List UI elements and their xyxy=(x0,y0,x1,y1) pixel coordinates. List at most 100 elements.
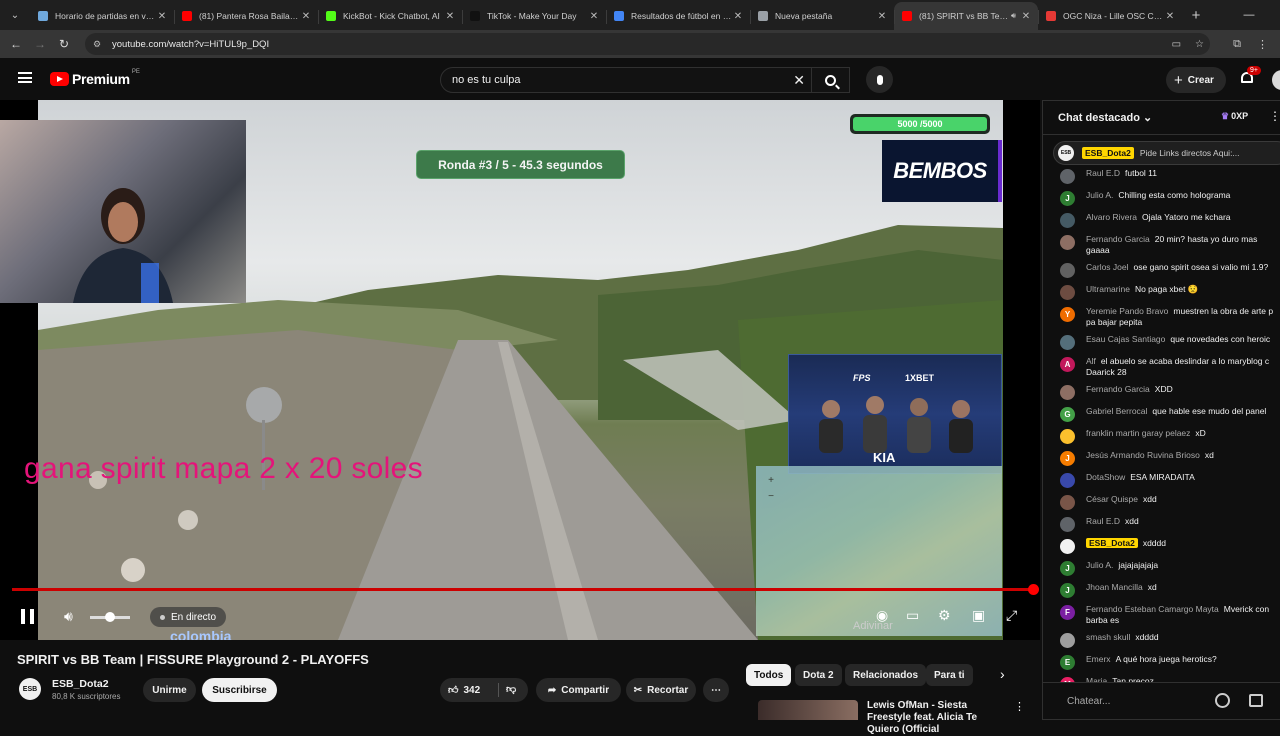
chat-message[interactable]: J Julio A. Chilling esta como holograma xyxy=(1043,187,1280,209)
chat-avatar[interactable] xyxy=(1060,213,1075,228)
chat-avatar[interactable]: J xyxy=(1060,451,1075,466)
clear-search-icon[interactable]: ✕ xyxy=(793,72,805,89)
subscribe-button[interactable]: Suscribirse xyxy=(202,678,277,702)
close-tab-icon[interactable]: ✕ xyxy=(588,11,600,22)
recommendation-thumbnail[interactable] xyxy=(758,700,858,720)
reload-icon[interactable]: ↻ xyxy=(52,37,76,51)
account-avatar[interactable] xyxy=(1272,70,1280,90)
chips-next-icon[interactable]: › xyxy=(1000,666,1005,682)
close-tab-icon[interactable]: ✕ xyxy=(732,11,744,22)
chat-avatar[interactable]: F xyxy=(1060,605,1075,620)
chat-message[interactable]: Ultramarine No paga xbet 😟 xyxy=(1043,281,1280,303)
gift-icon[interactable] xyxy=(1249,694,1263,707)
recommendation-menu-icon[interactable]: ⋮ xyxy=(1014,700,1025,713)
chat-author[interactable]: Raul E.D xyxy=(1086,168,1120,178)
chip-todos[interactable]: Todos xyxy=(746,664,792,686)
chat-message[interactable]: franklin martin garay pelaez xD xyxy=(1043,425,1280,447)
forward-icon[interactable]: → xyxy=(28,37,52,51)
channel-avatar[interactable]: ESB xyxy=(19,678,41,700)
browser-tab[interactable]: TikTok - Make Your Day ✕ xyxy=(462,2,606,30)
chat-message[interactable]: Fernando Garcia XDD xyxy=(1043,381,1280,403)
chat-message[interactable]: Fernando Garcia 20 min? hasta yo duro mas… xyxy=(1043,231,1280,259)
chat-author[interactable]: César Quispe xyxy=(1086,494,1138,504)
chat-message[interactable]: J Jhoan Mancilla xd xyxy=(1043,579,1280,601)
chat-author[interactable]: Julio A. xyxy=(1086,560,1113,570)
menu-icon[interactable] xyxy=(18,72,32,83)
chat-message[interactable]: Alvaro Rivera Ojala Yatoro me kchara xyxy=(1043,209,1280,231)
browser-tab[interactable]: Resultados de fútbol en vivo ✕ xyxy=(606,2,750,30)
chat-message[interactable]: Carlos Joel ose gano spirit osea si valio… xyxy=(1043,259,1280,281)
browser-tab[interactable]: OGC Niza - Lille OSC Cuotas ✕ xyxy=(1038,2,1182,30)
browser-tab[interactable]: (81) SPIRIT vs BB Team 🔊︎ ✕ xyxy=(894,2,1038,30)
chat-author[interactable]: Ultramarine xyxy=(1086,284,1130,294)
youtube-logo[interactable]: Premium PE xyxy=(50,69,140,87)
chat-message[interactable]: Esau Cajas Santiago que novedades con her… xyxy=(1043,331,1280,353)
video-player[interactable]: gana spirit mapa 2 x 20 soles Ronda #3 /… xyxy=(0,100,1040,640)
chat-author[interactable]: Esau Cajas Santiago xyxy=(1086,334,1165,344)
chat-input[interactable]: Chatear... xyxy=(1043,682,1280,721)
chat-message[interactable]: Y Yeremie Pando Bravo muestren la obra de … xyxy=(1043,303,1280,331)
close-tab-icon[interactable]: ✕ xyxy=(300,11,312,22)
chat-avatar[interactable]: J xyxy=(1060,561,1075,576)
chat-avatar[interactable] xyxy=(1060,285,1075,300)
close-tab-icon[interactable]: ✕ xyxy=(444,11,456,22)
chat-avatar[interactable]: Y xyxy=(1060,307,1075,322)
chat-message[interactable]: MMariaTan precoz xyxy=(1043,673,1280,682)
dislike-icon[interactable]: 👎︎ xyxy=(506,683,516,695)
chat-author[interactable]: ESB_Dota2 xyxy=(1086,538,1138,548)
close-tab-icon[interactable]: ✕ xyxy=(1020,11,1032,22)
browser-tab[interactable]: KickBot - Kick Chatbot, AI ✕ xyxy=(318,2,462,30)
chip-dota2[interactable]: Dota 2 xyxy=(795,664,842,686)
chat-message[interactable]: F Fernando Esteban Camargo Mayta Mverick c… xyxy=(1043,601,1280,629)
chat-avatar[interactable]: J xyxy=(1060,583,1075,598)
join-button[interactable]: Unirme xyxy=(143,678,196,702)
chat-avatar[interactable]: J xyxy=(1060,191,1075,206)
chat-author[interactable]: Fernando Esteban Camargo Mayta xyxy=(1086,604,1219,614)
chat-avatar[interactable] xyxy=(1060,263,1075,278)
chat-message[interactable]: ESB_Dota2 xdddd xyxy=(1043,535,1280,557)
chat-message[interactable]: Raul E.D futbol 11 xyxy=(1043,165,1280,187)
chat-message[interactable]: A Alf el abuelo se acaba deslindar a lo ma… xyxy=(1043,353,1280,381)
chat-author[interactable]: Carlos Joel xyxy=(1086,262,1129,272)
chat-author[interactable]: Jesús Armando Ruvina Brioso xyxy=(1086,450,1200,460)
voice-search-button[interactable] xyxy=(866,66,893,93)
create-button[interactable]: + Crear xyxy=(1166,67,1226,93)
chat-avatar[interactable]: E xyxy=(1060,655,1075,670)
chat-author[interactable]: franklin martin garay pelaez xyxy=(1086,428,1190,438)
search-button[interactable] xyxy=(811,67,849,93)
bookmark-star-icon[interactable]: ☆ xyxy=(1195,39,1204,50)
chat-author[interactable]: DotaShow xyxy=(1086,472,1125,482)
miniplayer-icon[interactable]: ▣ xyxy=(972,607,985,624)
back-icon[interactable]: ← xyxy=(4,37,28,51)
tab-search-icon[interactable]: ⌄ xyxy=(0,0,30,30)
chat-message[interactable]: César Quispe xdd xyxy=(1043,491,1280,513)
chat-author[interactable]: smash skull xyxy=(1086,632,1130,642)
chat-avatar[interactable] xyxy=(1060,335,1075,350)
chat-author[interactable]: Fernando Garcia xyxy=(1086,234,1150,244)
share-button[interactable]: ➦ Compartir xyxy=(536,678,621,702)
chat-avatar[interactable] xyxy=(1060,539,1075,554)
fullscreen-icon[interactable]: ⤢ xyxy=(1006,607,1017,624)
chat-avatar[interactable]: A xyxy=(1060,357,1075,372)
chat-message[interactable]: E Emerx A qué hora juega herotics? xyxy=(1043,651,1280,673)
chat-author[interactable]: Raul E.D xyxy=(1086,516,1120,526)
cast-icon[interactable]: ▭ xyxy=(1172,39,1181,50)
chip-para-ti[interactable]: Para ti xyxy=(926,664,973,686)
chat-xp[interactable]: ♛ 0XP xyxy=(1221,111,1248,122)
chat-message[interactable]: J Jesús Armando Ruvina Brioso xd xyxy=(1043,447,1280,469)
map-zoom-in-icon[interactable]: + xyxy=(764,474,778,488)
browser-tab[interactable]: Horario de partidas en vivo ✕ xyxy=(30,2,174,30)
video-progress-bar[interactable] xyxy=(12,584,1039,595)
chat-avatar[interactable]: G xyxy=(1060,407,1075,422)
emoji-icon[interactable] xyxy=(1215,693,1230,708)
chat-message[interactable]: DotaShow ESA MIRADAITA xyxy=(1043,469,1280,491)
chip-relacionados[interactable]: Relacionados xyxy=(845,664,927,686)
minimize-icon[interactable]: — xyxy=(1230,0,1268,30)
browser-tab[interactable]: (81) Pantera Rosa Bailando ✕ xyxy=(174,2,318,30)
subtitles-icon[interactable]: ▭ xyxy=(906,607,919,624)
extensions-icon[interactable]: ⧉ xyxy=(1233,38,1241,51)
chat-author[interactable]: Alf xyxy=(1086,356,1096,366)
chat-author[interactable]: Fernando Garcia xyxy=(1086,384,1150,394)
chat-avatar[interactable] xyxy=(1060,473,1075,488)
chat-avatar[interactable] xyxy=(1060,429,1075,444)
